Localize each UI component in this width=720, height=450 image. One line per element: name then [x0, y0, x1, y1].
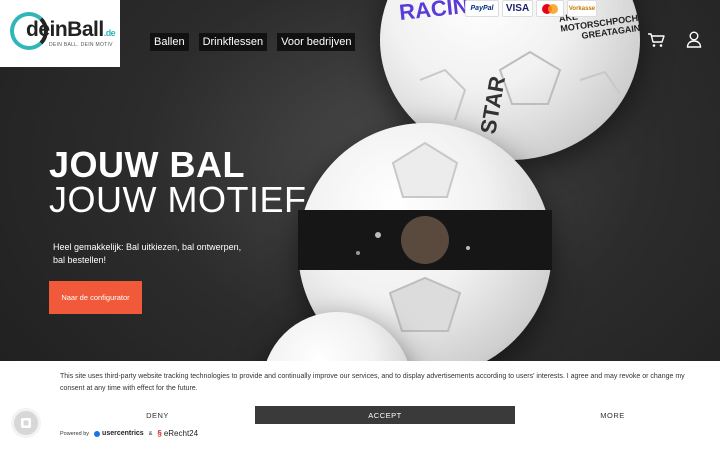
consent-text: This site uses third-party website track…: [60, 373, 685, 392]
accept-button[interactable]: ACCEPT: [255, 406, 515, 424]
cart-icon[interactable]: [647, 32, 665, 48]
usercentrics-icon: [94, 430, 101, 437]
erecht24-label: eRecht24: [163, 429, 199, 438]
hero-description: Heel gemakkelijk: Bal uitkiezen, bal ont…: [53, 242, 242, 265]
usercentrics-label: usercentrics: [102, 430, 144, 437]
erecht24-icon: §: [157, 429, 162, 438]
erecht24-logo[interactable]: § eRecht24: [157, 429, 198, 438]
payment-methods: PayPal VISA Vorkasse: [465, 0, 597, 17]
logo-tagline: DEIN BALL. DEIN MOTIV: [49, 42, 113, 48]
privacy-settings-button[interactable]: [11, 408, 41, 438]
nav-item-drinkflessen[interactable]: Drinkflessen: [198, 33, 268, 51]
powered-by-label: Powered by: [60, 430, 90, 437]
deny-button[interactable]: DENY: [60, 406, 255, 424]
user-icon[interactable]: [686, 31, 702, 48]
and-label: &: [148, 430, 153, 437]
more-button[interactable]: MORE: [515, 406, 710, 424]
hero-subtitle: JOUW MOTIEF: [49, 179, 307, 220]
mastercard-badge: [536, 0, 564, 17]
nav-item-voor-bedrijven[interactable]: Voor bedrijven: [277, 33, 356, 51]
main-nav: Ballen Drinkflessen Voor bedrijven: [150, 33, 356, 51]
cookie-consent-banner: This site uses third-party website track…: [0, 361, 720, 450]
mastercard-icon: [542, 3, 558, 14]
visa-badge: VISA: [502, 0, 533, 17]
nav-item-ballen[interactable]: Ballen: [150, 33, 189, 51]
fingerprint-icon: [21, 418, 31, 428]
vorkasse-badge: Vorkasse: [567, 0, 597, 17]
powered-by: Powered by usercentrics & § eRecht24: [60, 429, 198, 438]
paypal-badge: PayPal: [465, 0, 499, 17]
site-logo[interactable]: deinBall.de DEIN BALL. DEIN MOTIV: [0, 0, 120, 67]
logo-wordmark: deinBall.de: [26, 18, 116, 41]
configurator-button[interactable]: Naar de configurator: [49, 281, 142, 314]
usercentrics-logo[interactable]: usercentrics: [94, 430, 144, 437]
